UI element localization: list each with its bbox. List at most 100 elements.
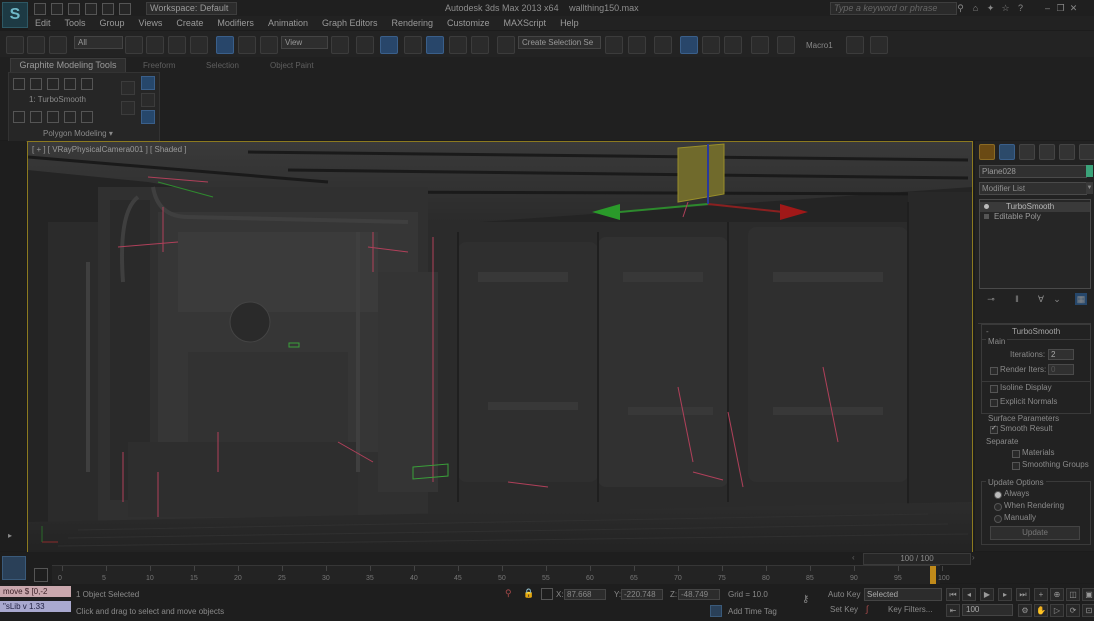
time-slider[interactable]: 100 / 100 [863, 553, 971, 565]
app-logo-icon[interactable]: S [2, 2, 28, 28]
zoom-all-icon[interactable]: ⊕ [1050, 588, 1064, 601]
snaps-toggle-icon[interactable] [404, 36, 422, 54]
toggle-command-mode-icon[interactable] [64, 78, 76, 90]
redo-icon[interactable] [102, 3, 114, 15]
current-frame-marker[interactable] [930, 566, 936, 584]
show-end-result-icon[interactable] [81, 78, 93, 90]
element-icon[interactable] [81, 111, 93, 123]
spinner-snap-icon[interactable] [471, 36, 489, 54]
time-configuration-icon[interactable]: ⚙ [1018, 604, 1032, 617]
go-to-end-icon[interactable]: ⏭ [1016, 588, 1030, 601]
collapse-stack-icon[interactable] [141, 93, 155, 107]
explicit-normals-checkbox[interactable] [990, 399, 998, 407]
field-of-view-icon[interactable]: ▣ [1082, 588, 1094, 601]
edge-icon[interactable] [30, 111, 42, 123]
modify-tab-icon[interactable] [999, 144, 1015, 160]
configure-modifier-sets-icon[interactable]: ▦ [1075, 293, 1087, 305]
close-icon[interactable]: ✕ [1069, 4, 1078, 13]
viewport-label[interactable]: [ + ] [ VRayPhysicalCamera001 ] [ Shaded… [32, 145, 187, 154]
angle-snap-icon[interactable] [426, 36, 444, 54]
create-tab-icon[interactable] [979, 144, 995, 160]
absolute-mode-icon[interactable] [541, 588, 553, 600]
select-object-icon[interactable] [125, 36, 143, 54]
reference-coordinate-dropdown[interactable]: View [281, 36, 328, 49]
subscription-icon[interactable]: ⌂ [971, 4, 980, 13]
stack-item-turbosmooth[interactable]: TurboSmooth [980, 202, 1090, 212]
expand-icon[interactable] [984, 214, 989, 219]
make-unique-icon[interactable]: ∀ [1035, 293, 1047, 305]
current-frame-field[interactable]: 100 [962, 604, 1013, 616]
pin-stack-icon[interactable] [121, 101, 135, 115]
menu-modifiers[interactable]: Modifiers [217, 16, 254, 30]
smoothing-groups-checkbox[interactable] [1012, 462, 1020, 470]
motion-tab-icon[interactable] [1039, 144, 1055, 160]
material-editor-icon[interactable] [751, 36, 769, 54]
next-frame-icon[interactable]: › [972, 553, 982, 563]
go-to-start-icon[interactable]: ⏮ [946, 588, 960, 601]
menu-maxscript[interactable]: MAXScript [504, 16, 547, 30]
update-button[interactable]: Update [990, 526, 1080, 540]
render-setup-icon[interactable] [777, 36, 795, 54]
vertex-icon[interactable] [13, 111, 25, 123]
materials-checkbox[interactable] [1012, 450, 1020, 458]
select-and-move-icon[interactable] [216, 36, 234, 54]
favorites-icon[interactable]: ☆ [1001, 4, 1010, 13]
previous-frame-icon[interactable]: ◂ [962, 588, 976, 601]
menu-edit[interactable]: Edit [35, 16, 51, 30]
isolate-icon[interactable]: ⚲ [505, 588, 515, 598]
graphite-tools-toggle-icon[interactable] [680, 36, 698, 54]
remove-modifier-icon[interactable]: ⌄ [1051, 293, 1063, 305]
menu-tools[interactable]: Tools [65, 16, 86, 30]
unlink-icon[interactable] [27, 36, 45, 54]
restore-icon[interactable]: ❐ [1056, 4, 1065, 13]
z-coordinate-field[interactable]: -48.749 [678, 589, 720, 600]
object-color-swatch[interactable] [1086, 165, 1093, 177]
x-coordinate-field[interactable]: 87.668 [564, 589, 606, 600]
stack-item-editable-poly[interactable]: Editable Poly [980, 212, 1090, 222]
track-bar[interactable]: 0 5 10 15 20 25 30 35 40 45 50 55 60 65 70 75 80 85 90 95 10… [52, 565, 950, 584]
percent-snap-icon[interactable] [449, 36, 467, 54]
isoline-display-checkbox[interactable] [990, 385, 998, 393]
prev-frame-icon[interactable]: ‹ [852, 553, 862, 563]
chevron-down-icon[interactable]: ▼ [1086, 182, 1093, 194]
manually-radio[interactable] [994, 515, 1002, 523]
object-name-field[interactable]: Plane028 [979, 165, 1087, 178]
utilities-tab-icon[interactable] [1079, 144, 1094, 160]
maxscript-listener-result[interactable]: "sLib v 1.33 [0, 601, 71, 612]
save-file-icon[interactable] [68, 3, 80, 15]
mini-curve-editor-icon[interactable] [2, 556, 26, 580]
pan-icon[interactable]: ✋ [1034, 604, 1048, 617]
maximize-viewport-icon[interactable]: ⊡ [1082, 604, 1094, 617]
help-icon[interactable]: ? [1016, 4, 1025, 13]
selection-filter-dropdown[interactable]: All [74, 36, 123, 49]
play-icon[interactable]: ▶ [980, 588, 994, 601]
curve-editor-icon[interactable] [702, 36, 720, 54]
hierarchy-tab-icon[interactable] [1019, 144, 1035, 160]
open-file-icon[interactable] [51, 3, 63, 15]
next-modifier-icon[interactable] [30, 78, 42, 90]
menu-group[interactable]: Group [100, 16, 125, 30]
tab-selection[interactable]: Selection [206, 60, 239, 71]
select-and-link-icon[interactable] [6, 36, 24, 54]
smooth-result-checkbox[interactable] [990, 424, 998, 434]
selection-lock-icon[interactable]: 🔒 [523, 588, 534, 598]
menu-help[interactable]: Help [560, 16, 579, 30]
key-mode-toggle-icon[interactable]: ⇤ [946, 604, 960, 617]
panel-title[interactable]: Polygon Modeling ▾ [43, 129, 113, 138]
select-and-scale-icon[interactable] [260, 36, 278, 54]
keyboard-shortcut-override-icon[interactable] [380, 36, 398, 54]
edit-poly-mode-icon[interactable] [47, 78, 59, 90]
menu-animation[interactable]: Animation [268, 16, 308, 30]
project-folder-icon[interactable] [119, 3, 131, 15]
zoom-extents-icon[interactable]: ◫ [1066, 588, 1080, 601]
key-mode-dropdown[interactable]: Selected [864, 588, 942, 601]
align-icon[interactable] [628, 36, 646, 54]
track-view-toggle-icon[interactable] [34, 568, 48, 582]
render-production-icon[interactable] [870, 36, 888, 54]
maxscript-listener-line[interactable]: move $ [0,-2 [0, 586, 71, 597]
auto-key-button[interactable]: Auto Key [828, 590, 860, 599]
tab-freeform[interactable]: Freeform [143, 60, 175, 71]
search-input[interactable]: Type a keyword or phrase [830, 2, 957, 15]
window-crossing-icon[interactable] [190, 36, 208, 54]
undo-icon[interactable] [85, 3, 97, 15]
